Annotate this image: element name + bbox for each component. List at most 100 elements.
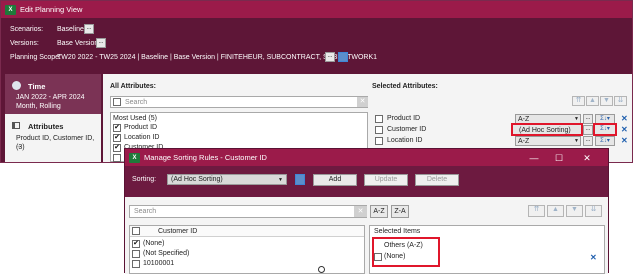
remove-row-icon[interactable]: ✕ [621,136,628,145]
attributes-icon [12,122,20,129]
all-attributes-search[interactable]: Search ✕ [110,96,368,108]
sort-za-button[interactable]: Z-A [391,205,409,218]
chevron-down-icon: ▼ [574,138,579,144]
sort-ellipsis-button[interactable]: ... [583,136,593,146]
selected-row-customer[interactable]: Customer ID (Ad Hoc Sorting) ... Σ↓▾ ✕ [375,123,631,136]
dialog-title: Manage Sorting Rules - Customer ID [144,153,267,162]
move-bottom-icon[interactable]: ⇊ [585,205,602,217]
sort-value: A-Z [518,138,530,145]
selected-row-location[interactable]: Location ID A-Z ▼ ... Σ↓▾ ✕ [375,136,631,146]
selected-items-list: Selected Items Others (A-Z) (None) ✕ [369,225,605,274]
sorting-info-icon[interactable] [295,174,305,185]
column-header: Customer ID [158,228,198,235]
sorting-label: Sorting: [132,176,157,183]
most-used-item-product-id[interactable]: Product ID [124,124,157,131]
most-used-check-3[interactable]: ✔ [113,144,121,152]
selected-item[interactable]: (None) [374,252,436,262]
search-placeholder: Search [134,208,157,215]
item-label: (None) [143,240,165,247]
cursor-indicator [318,266,325,273]
most-used-check-4[interactable] [113,154,121,162]
chevron-down-icon: ▼ [278,177,283,183]
versions-label: Versions: [10,40,39,47]
selected-item[interactable]: Others (A-Z) [374,241,436,251]
list-item[interactable]: 10100001 [130,259,364,269]
maximize-button[interactable]: ☐ [549,151,569,165]
scenarios-value: Baseline [57,26,84,33]
move-bottom-icon[interactable]: ⇊ [614,96,627,106]
search-placeholder: Search [125,99,148,106]
remove-row-icon[interactable]: ✕ [621,125,628,134]
sort-ellipsis-button[interactable]: ... [583,114,593,124]
selected-row-name: Product ID [387,115,421,122]
attributes-title: Attributes [28,122,64,131]
customer-search-input[interactable]: Search ✕ [129,205,367,218]
all-attributes-label: All Attributes: [110,83,157,90]
selected-items-header: Selected Items [374,228,421,235]
item-label: (Not Specified) [143,250,190,257]
selected-row-checkbox[interactable] [375,115,383,123]
time-granularity: Month, Rolling [16,103,61,110]
attributes-section[interactable]: Attributes Product ID, Customer ID, ... … [5,114,101,162]
left-nav: Time JAN 2022 - APR 2024 Month, Rolling … [5,74,101,162]
move-up-icon[interactable]: ▲ [547,205,564,217]
scope-settings-icon[interactable] [338,52,348,62]
selected-row-name: Customer ID [387,126,427,133]
sort-order-dropdown[interactable]: Σ↓▾ [595,136,615,146]
reorder-buttons: ⇈ ▲ ▼ ⇊ [572,96,632,108]
edit-planning-view-window: X Edit Planning View Scenarios: Baseline… [0,0,633,163]
move-down-icon[interactable]: ▼ [566,205,583,217]
app-logo-icon: X [5,5,16,15]
attributes-count: (3) [16,144,25,151]
update-button[interactable]: Update [364,174,408,186]
scenarios-ellipsis-button[interactable]: ... [84,24,94,34]
minimize-button[interactable]: — [524,151,544,165]
scope-ellipsis-button[interactable]: ... [325,52,335,62]
customer-list: Customer ID ✔ (None) (Not Specified) 101… [129,225,365,274]
select-all-checkbox[interactable] [132,227,140,235]
versions-ellipsis-button[interactable]: ... [96,38,106,48]
sorting-dropdown[interactable]: (Ad Hoc Sorting) ▼ [167,174,287,185]
move-top-icon[interactable]: ⇈ [528,205,545,217]
add-button[interactable]: Add [313,174,357,186]
dialog-title-bar: X Manage Sorting Rules - Customer ID — ☐… [125,149,608,166]
most-used-item-location-id[interactable]: Location ID [124,134,159,141]
sort-order-dropdown-highlighted[interactable]: Σ↓▾ [593,123,617,136]
remove-item-icon[interactable]: ✕ [590,253,597,262]
remove-row-icon[interactable]: ✕ [621,114,628,123]
move-top-icon[interactable]: ⇈ [572,96,585,106]
search-select-all-checkbox[interactable] [113,98,121,106]
item-checkbox[interactable] [132,260,140,268]
time-section[interactable]: Time JAN 2022 - APR 2024 Month, Rolling [5,74,101,114]
clock-icon [12,81,21,90]
search-clear-icon[interactable]: ✕ [357,97,368,107]
selected-attributes-label: Selected Attributes: [372,83,438,90]
most-used-check-1[interactable]: ✔ [113,124,121,132]
sort-value: A-Z [518,116,530,123]
selected-row-checkbox[interactable] [375,137,383,145]
delete-button[interactable]: Delete [415,174,459,186]
sort-dropdown-highlighted[interactable]: (Ad Hoc Sorting) [511,123,583,136]
sort-dropdown[interactable]: A-Z ▼ [515,136,581,146]
sorting-value: (Ad Hoc Sorting) [171,176,223,183]
list-item[interactable]: (Not Specified) [130,249,364,259]
selected-item-checkbox[interactable] [374,253,382,261]
manage-sorting-dialog: X Manage Sorting Rules - Customer ID — ☐… [124,148,609,274]
title-bar: X Edit Planning View [1,1,632,18]
selected-row-checkbox[interactable] [375,126,383,134]
list-item[interactable]: ✔ (None) [130,239,364,249]
attributes-summary: Product ID, Customer ID, ... [16,135,95,149]
move-down-icon[interactable]: ▼ [600,96,613,106]
selected-item-label: Others (A-Z) [384,242,423,249]
search-clear-icon[interactable]: ✕ [354,206,367,217]
item-checkbox[interactable]: ✔ [132,240,140,248]
window-title: Edit Planning View [20,5,83,14]
sort-ellipsis-button[interactable]: ... [583,125,593,135]
sort-az-button[interactable]: A-Z [370,205,388,218]
chevron-down-icon: ▼ [574,116,579,122]
versions-value: Base Version [57,40,99,47]
item-checkbox[interactable] [132,250,140,258]
close-button[interactable]: ✕ [577,151,597,165]
most-used-check-2[interactable]: ✔ [113,134,121,142]
move-up-icon[interactable]: ▲ [586,96,599,106]
